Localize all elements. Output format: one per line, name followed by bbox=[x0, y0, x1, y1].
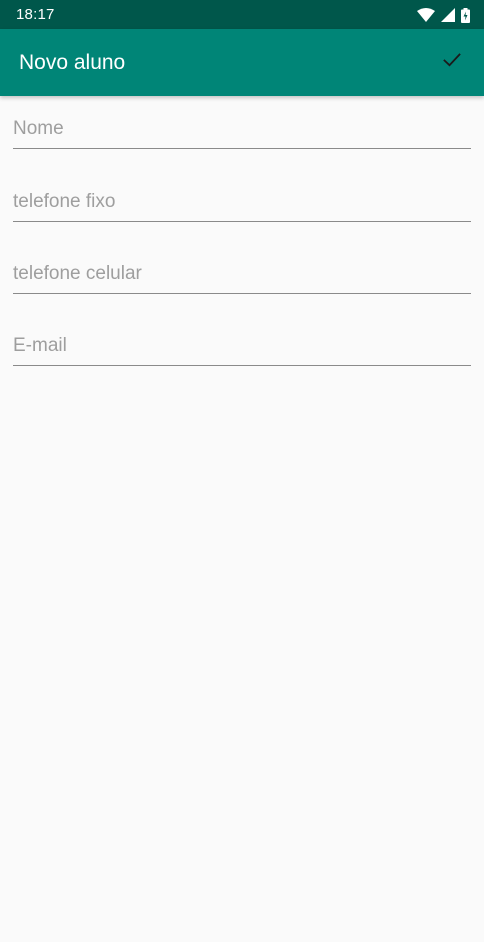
save-button[interactable] bbox=[436, 46, 468, 78]
wifi-icon bbox=[417, 8, 435, 22]
mobile-field-container bbox=[13, 240, 471, 312]
status-time: 18:17 bbox=[16, 6, 55, 23]
app-bar: Novo aluno bbox=[0, 29, 484, 96]
status-bar: 18:17 bbox=[0, 0, 484, 29]
landline-phone-input[interactable] bbox=[13, 187, 471, 222]
status-icons bbox=[417, 7, 470, 23]
page-title: Novo aluno bbox=[19, 51, 126, 74]
name-field-container bbox=[13, 96, 471, 168]
battery-charging-icon bbox=[461, 7, 470, 23]
landline-field-container bbox=[13, 168, 471, 240]
cell-signal-icon bbox=[441, 8, 455, 22]
student-form bbox=[13, 96, 471, 384]
check-icon bbox=[443, 52, 461, 72]
mobile-phone-input[interactable] bbox=[13, 259, 471, 294]
name-input[interactable] bbox=[13, 114, 471, 149]
email-input[interactable] bbox=[13, 331, 471, 366]
email-field-container bbox=[13, 312, 471, 384]
